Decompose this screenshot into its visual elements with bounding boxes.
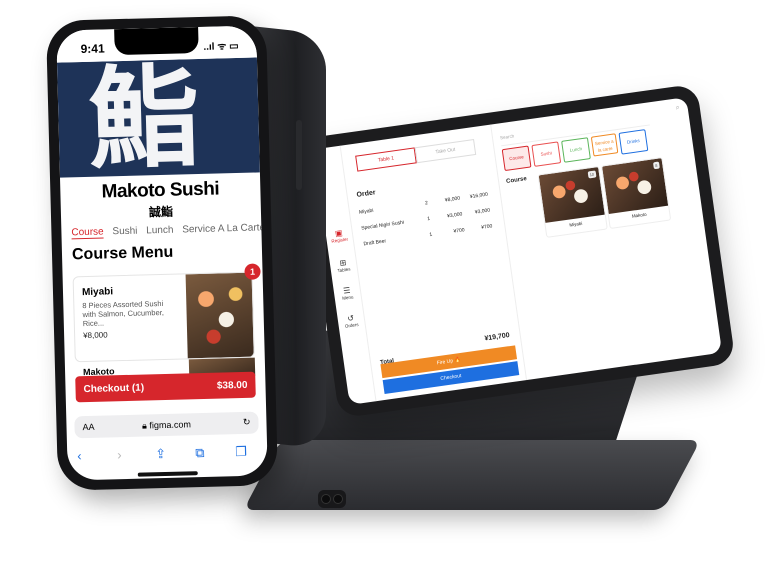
cart-count-badge: 1 <box>244 263 261 280</box>
category-lunch[interactable]: Lunch <box>561 137 591 163</box>
category-tabs: Course Sushi Lunch Service A La Carte Dr <box>71 222 268 240</box>
menu-card-makoto[interactable]: 8 Makoto <box>600 156 672 230</box>
tab-sushi[interactable]: Sushi <box>112 226 137 238</box>
dynamic-island <box>114 26 199 56</box>
home-indicator <box>137 471 198 477</box>
rail-item-tables[interactable]: ⊞ Tables <box>331 257 355 274</box>
tablet-camera <box>318 490 346 508</box>
menu-item-price: ¥8,000 <box>83 330 108 341</box>
menu-item-description: 8 Pieces Assorted Sushi with Salmon, Cuc… <box>82 298 164 329</box>
checkout-amount: $38.00 <box>216 379 248 392</box>
phone-device: 9:41 ..ıl ᯤ ▭ 鮨 Makoto Sushi 誠鮨 Course S… <box>45 15 279 491</box>
browser-toolbar: ‹ › ⇪ ⧉ ❐ <box>67 443 267 468</box>
rail-item-menu[interactable]: ☰ Menu <box>335 285 359 302</box>
category-service[interactable]: Service a la carte <box>590 133 619 157</box>
section-title: Course Menu <box>71 243 174 264</box>
browser-url-bar[interactable]: AA 🔒︎ figma.com ↻ <box>74 411 259 439</box>
total-value: ¥19,700 <box>484 332 511 343</box>
rail-item-orders[interactable]: ↺ Orders <box>339 312 363 329</box>
phone-screen: 9:41 ..ıl ᯤ ▭ 鮨 Makoto Sushi 誠鮨 Course S… <box>56 25 268 481</box>
tablet-stand-base <box>243 440 701 510</box>
menu-item-image <box>185 272 254 359</box>
tab-lunch[interactable]: Lunch <box>146 225 174 237</box>
hero-logo-kanji: 鮨 <box>86 57 201 178</box>
order-title: Order <box>356 189 377 199</box>
category-drinks[interactable]: Drinks <box>618 129 649 155</box>
menu-card-miyabi[interactable]: 10 Miyabi <box>537 165 608 238</box>
menu-item-card[interactable]: Miyabi 8 Pieces Assorted Sushi with Salm… <box>72 271 255 363</box>
status-bar: 9:41 ..ıl ᯤ ▭ <box>56 25 257 63</box>
back-icon[interactable]: ‹ <box>77 448 82 463</box>
table-segment: Table 1 Take Out <box>355 139 477 172</box>
rail-item-register[interactable]: ▣ Register <box>327 227 351 244</box>
segment-table-1[interactable]: Table 1 <box>355 147 417 172</box>
phone-side-buttons <box>296 120 302 190</box>
bookmarks-icon[interactable]: ⧉ <box>195 445 205 461</box>
tabs-icon[interactable]: ❐ <box>235 444 247 460</box>
forward-icon[interactable]: › <box>117 447 122 462</box>
status-time: 9:41 <box>80 41 105 57</box>
tablet-screen: ▣ Register ⊞ Tables ☰ Menu ↺ Orders Tabl… <box>313 97 723 405</box>
tab-course[interactable]: Course <box>71 226 104 240</box>
card-badge: 10 <box>587 170 597 179</box>
search-icon[interactable]: ⌕ <box>675 104 680 112</box>
tab-service-a-la-carte[interactable]: Service A La Carte <box>182 222 265 235</box>
category-course[interactable]: Course <box>501 145 532 172</box>
hero-banner: 鮨 <box>56 57 260 178</box>
menu-item-title: Miyabi <box>81 286 114 299</box>
checkout-label: Checkout (1) <box>83 382 145 396</box>
share-icon[interactable]: ⇪ <box>155 446 166 462</box>
menu-panel: Search ⌕ Course Sushi Lunch Service a la… <box>490 97 722 380</box>
url-text: 🔒︎ figma.com <box>141 419 192 431</box>
tablet-device: ▣ Register ⊞ Tables ☰ Menu ↺ Orders Tabl… <box>300 83 736 419</box>
checkout-button[interactable]: Checkout (1) $38.00 <box>75 371 256 403</box>
reload-icon[interactable]: ↻ <box>243 417 251 428</box>
card-badge: 8 <box>652 161 660 170</box>
menu-section-title: Course <box>505 176 528 185</box>
category-sushi[interactable]: Sushi <box>531 141 562 167</box>
segment-take-out[interactable]: Take Out <box>414 139 477 164</box>
status-icons: ..ıl ᯤ ▭ <box>203 40 239 53</box>
